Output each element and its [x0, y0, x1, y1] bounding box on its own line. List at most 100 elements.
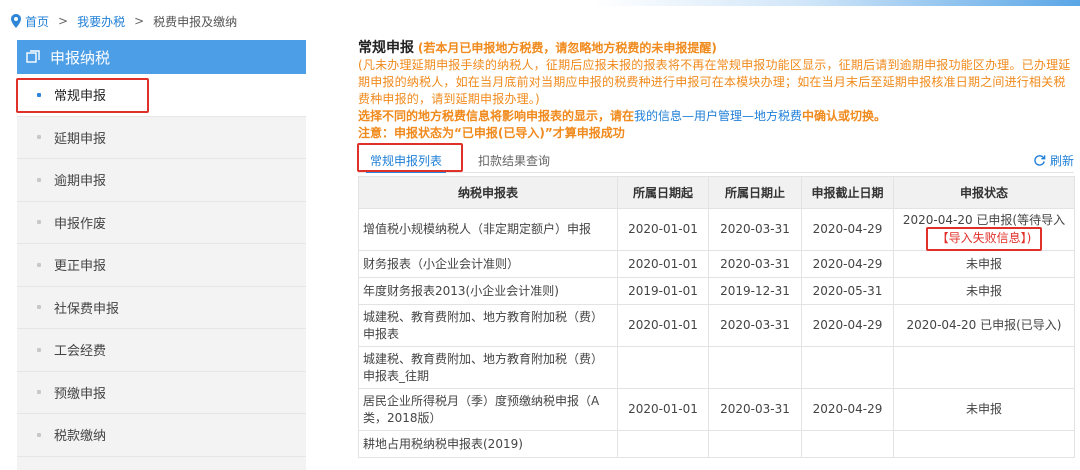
warning-prefix: 选择不同的地方税费信息将影响申报表的显示，请在 [358, 109, 635, 123]
deadline: 2020-05-31 [801, 277, 894, 305]
table-row[interactable]: 年度财务报表2013(小企业会计准则) 2019-01-01 2019-12-3… [358, 277, 1075, 305]
breadcrumb-level2[interactable]: 我要办税 [77, 13, 125, 30]
sidebar-item-prepay-filing[interactable]: 预缴申报 [17, 371, 306, 414]
table-row[interactable]: 城建税、教育费附加、地方教育附加税（费）申报表 2020-01-01 2020-… [358, 304, 1075, 347]
filing-name[interactable]: 城建税、教育费附加、地方教育附加税（费）申报表 [358, 304, 618, 347]
table-row[interactable]: 财务报表（小企业会计准则） 2020-01-01 2020-03-31 2020… [358, 250, 1075, 278]
date-start: 2020-01-01 [617, 250, 709, 278]
tab-bar: 常规申报列表 扣款结果查询 刷新 [357, 143, 1074, 173]
filing-status: 未申报 [893, 250, 1075, 278]
page-title: 常规申报 [358, 40, 414, 56]
sidebar-item-extension-filing[interactable]: 延期申报 [17, 116, 306, 159]
filing-name[interactable]: 耕地占用税纳税申报表(2019) [358, 430, 618, 458]
breadcrumb: 首页 > 我要办税 > 税费申报及缴纳 [10, 12, 237, 30]
sidebar-item-label: 税款缴纳 [54, 429, 107, 445]
column-header: 申报截止日期 [801, 176, 894, 209]
bullet-icon [37, 305, 41, 310]
page-title-line: 常规申报 (若本月已申报地方税费，请忽略地方税费的未申报提醒) [358, 40, 1074, 57]
highlight-box [16, 78, 149, 113]
sidebar-item-label: 工会经费 [54, 344, 107, 360]
table-row[interactable]: 城建税、教育费附加、地方教育附加税（费）申报表_往期 [358, 346, 1075, 389]
date-start [617, 430, 709, 458]
table-row[interactable]: 居民企业所得税月（季）度预缴纳税申报（A类，2018版） 2020-01-01 … [358, 388, 1075, 431]
tab-label: 扣款结果查询 [478, 153, 551, 168]
date-end: 2020-03-31 [708, 208, 802, 251]
filing-status: 2020-04-20 已申报(已导入) [893, 304, 1075, 347]
filing-status [893, 430, 1075, 458]
filing-name[interactable]: 城建税、教育费附加、地方教育附加税（费）申报表_往期 [358, 346, 618, 389]
sidebar-item-label: 社保费申报 [54, 301, 120, 317]
status-link-line: 【导入失败信息】) [898, 226, 1070, 251]
sidebar-item-label: 申报作废 [54, 216, 107, 232]
column-header: 纳税申报表 [358, 176, 618, 209]
sidebar-item-social-insurance[interactable]: 社保费申报 [17, 286, 306, 329]
sidebar-header-label: 申报纳税 [50, 48, 111, 67]
date-end: 2020-03-31 [708, 250, 802, 278]
deadline [801, 430, 894, 458]
top-strip [0, 0, 1080, 6]
sidebar-header: 申报纳税 [17, 40, 306, 74]
filing-status [893, 346, 1075, 389]
sidebar-item-correct-filing[interactable]: 更正申报 [17, 244, 306, 287]
table-row[interactable]: 增值税小规模纳税人（非定期定额户）申报 2020-01-01 2020-03-3… [358, 208, 1075, 251]
filing-name[interactable]: 财务报表（小企业会计准则） [358, 250, 618, 278]
notice-text: (凡未办理延期申报手续的纳税人，征期后应报未报的报表将不再在常规申报功能区显示，… [358, 58, 1071, 106]
success-note: 注意：申报状态为“已申报(已导入)”才算申报成功 [358, 126, 625, 140]
bullet-icon [37, 390, 41, 395]
breadcrumb-home[interactable]: 首页 [25, 13, 49, 30]
import-failure-link[interactable]: 【导入失败信息】) [925, 226, 1043, 251]
deadline [801, 346, 894, 389]
breadcrumb-separator: > [134, 14, 145, 28]
sidebar-item-label: 预缴申报 [54, 386, 107, 402]
table-row[interactable]: 耕地占用税纳税申报表(2019) [358, 430, 1075, 458]
sidebar: 申报纳税 常规申报 延期申报 逾期申报 申报作废 更正申报 社保费申报 工会经费… [16, 40, 306, 470]
sidebar-item-union-fee[interactable]: 工会经费 [17, 329, 306, 372]
sidebar-item-overdue-filing[interactable]: 逾期申报 [17, 159, 306, 202]
page-title-note: (若本月已申报地方税费，请忽略地方税费的未申报提醒) [417, 41, 717, 55]
date-start: 2020-01-01 [617, 304, 709, 347]
column-header: 申报状态 [893, 176, 1075, 209]
sidebar-item-label: 更正申报 [54, 259, 107, 275]
sidebar-item-tax-payment[interactable]: 税款缴纳 [17, 414, 306, 457]
sidebar-item-regular-filing[interactable]: 常规申报 [16, 74, 306, 117]
main-panel: 常规申报 (若本月已申报地方税费，请忽略地方税费的未申报提醒) (凡未办理延期申… [357, 40, 1075, 458]
refresh-icon [1034, 155, 1046, 166]
refresh-label: 刷新 [1049, 154, 1074, 168]
highlight-box [925, 226, 1043, 251]
column-header: 所属日期止 [708, 176, 802, 209]
date-end [708, 430, 802, 458]
filing-name[interactable]: 居民企业所得税月（季）度预缴纳税申报（A类，2018版） [358, 388, 618, 431]
deadline: 2020-04-29 [801, 388, 894, 431]
filing-status: 未申报 [893, 388, 1075, 431]
warning-suffix: 中确认或切换。 [802, 109, 887, 123]
bullet-icon [37, 135, 41, 140]
column-header: 所属日期起 [617, 176, 709, 209]
tab-deduction-result[interactable]: 扣款结果查询 [466, 148, 562, 172]
breadcrumb-separator: > [58, 14, 69, 28]
highlight-box [357, 143, 463, 172]
breadcrumb-current: 税费申报及缴纳 [153, 14, 238, 29]
window-icon [26, 50, 40, 63]
tab-regular-filing-list[interactable]: 常规申报列表 [357, 143, 463, 173]
deadline: 2020-04-29 [801, 304, 894, 347]
sidebar-item-void-filing[interactable]: 申报作废 [17, 201, 306, 244]
filing-name[interactable]: 增值税小规模纳税人（非定期定额户）申报 [358, 208, 618, 251]
date-start: 2019-01-01 [617, 277, 709, 305]
my-info-link[interactable]: 我的信息—用户管理—地方税费 [634, 109, 802, 123]
table-header-row: 纳税申报表 所属日期起 所属日期止 申报截止日期 申报状态 [358, 176, 1075, 209]
date-end: 2020-03-31 [708, 304, 802, 347]
bullet-icon [37, 432, 41, 437]
bullet-icon [37, 177, 41, 182]
date-start [617, 346, 709, 389]
filing-status: 2020-04-20 已申报(等待导入 【导入失败信息】) [893, 208, 1075, 251]
filing-name[interactable]: 年度财务报表2013(小企业会计准则) [358, 277, 618, 305]
refresh-button[interactable]: 刷新 [1033, 152, 1074, 169]
status-text: 2020-04-20 已申报(等待导入 [902, 212, 1066, 227]
date-end: 2020-03-31 [708, 388, 802, 431]
date-start: 2020-01-01 [617, 208, 709, 251]
date-end: 2019-12-31 [708, 277, 802, 305]
date-start: 2020-01-01 [617, 388, 709, 431]
bullet-icon [37, 220, 41, 225]
sidebar-item-label: 逾期申报 [54, 174, 107, 190]
warning-line: 选择不同的地方税费信息将影响申报表的显示，请在我的信息—用户管理—地方税费中确认… [358, 108, 1074, 125]
